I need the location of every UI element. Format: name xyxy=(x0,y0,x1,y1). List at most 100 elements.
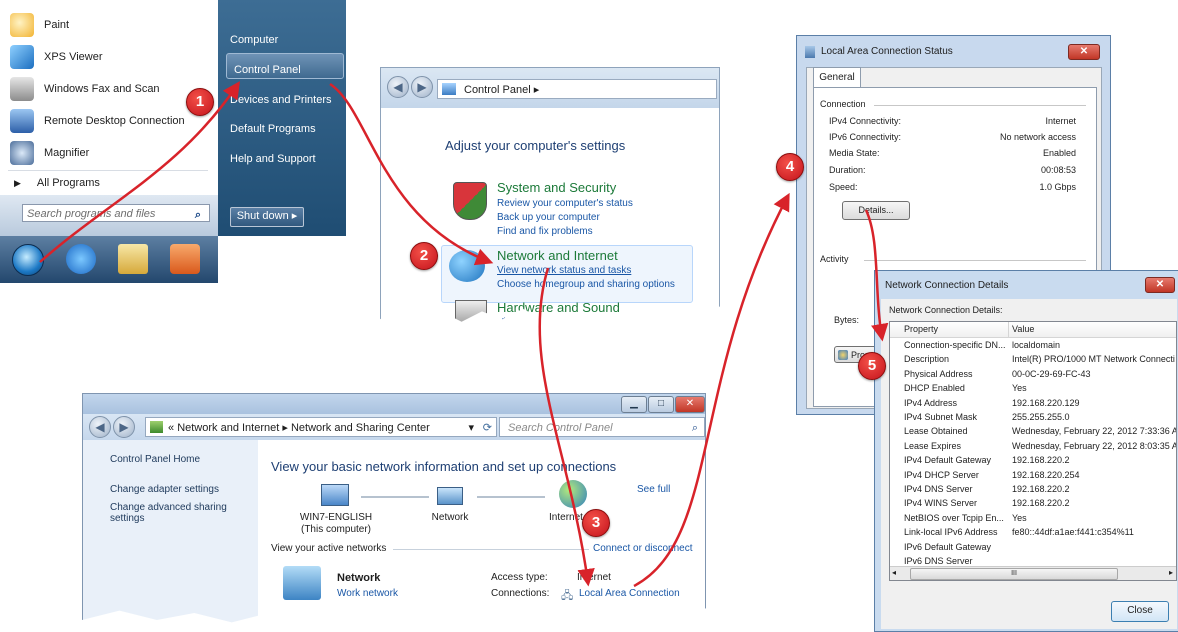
start-item-magnifier[interactable]: Magnifier xyxy=(10,138,215,168)
detail-property[interactable]: IPv6 DNS Server xyxy=(904,556,1008,566)
detail-property[interactable]: DHCP Enabled xyxy=(904,383,1008,393)
detail-property[interactable]: Lease Obtained xyxy=(904,426,1008,436)
printer-icon xyxy=(455,300,487,322)
detail-property[interactable]: IPv4 Subnet Mask xyxy=(904,412,1008,422)
horizontal-scrollbar[interactable]: ◂ III ▸ xyxy=(890,566,1176,580)
scroll-right-icon[interactable]: ▸ xyxy=(1169,568,1173,577)
link-back-up[interactable]: Back up your computer xyxy=(497,212,600,223)
maximize-button[interactable]: □ xyxy=(648,396,674,413)
start-right-help-support[interactable]: Help and Support xyxy=(230,153,316,165)
start-item-fax-scan[interactable]: Windows Fax and Scan xyxy=(10,74,215,104)
control-panel-address-bar[interactable]: Control Panel ▸ xyxy=(437,79,717,99)
details-list[interactable]: Property Value Connection-specific DN...… xyxy=(889,321,1177,581)
detail-property[interactable]: IPv4 Default Gateway xyxy=(904,455,1008,465)
back-arrow-icon[interactable]: ◀ xyxy=(387,76,409,98)
connect-disconnect-link[interactable]: Connect or disconnect xyxy=(593,543,693,554)
breadcrumb[interactable]: Control Panel xyxy=(464,84,531,96)
detail-value[interactable]: 00-0C-29-69-FC-43 xyxy=(1012,369,1176,379)
see-full-map-link[interactable]: See full xyxy=(637,484,670,495)
breadcrumb-sharing-center[interactable]: Network and Sharing Center xyxy=(291,422,430,434)
network-type-link[interactable]: Work network xyxy=(337,588,398,599)
start-right-control-panel[interactable]: Control Panel xyxy=(234,64,301,76)
start-item-paint[interactable]: Paint xyxy=(10,10,215,40)
close-window-button[interactable]: ✕ xyxy=(1145,277,1175,293)
detail-property[interactable]: IPv6 Default Gateway xyxy=(904,542,1008,552)
magnifier-icon xyxy=(10,141,34,165)
breadcrumb-network-internet[interactable]: Network and Internet xyxy=(177,422,279,434)
detail-property[interactable]: IPv4 DNS Server xyxy=(904,484,1008,494)
detail-value[interactable]: Intel(R) PRO/1000 MT Network Connecti xyxy=(1012,354,1176,364)
category-system-security[interactable]: System and Security xyxy=(497,180,616,195)
detail-value[interactable]: localdomain xyxy=(1012,340,1176,350)
detail-property[interactable]: IPv4 DHCP Server xyxy=(904,470,1008,480)
detail-property[interactable]: Physical Address xyxy=(904,369,1008,379)
category-hardware-sound[interactable]: Hardware and Sound xyxy=(497,300,620,315)
shield-icon xyxy=(838,350,848,360)
network-center-address-bar[interactable]: « Network and Internet ▸ Network and Sha… xyxy=(145,417,497,437)
local-area-connection-link[interactable]: Local Area Connection xyxy=(579,588,680,599)
internet-explorer-icon[interactable] xyxy=(66,244,96,274)
detail-value[interactable]: Wednesday, February 22, 2012 7:33:36 A xyxy=(1012,426,1176,436)
refresh-icon[interactable]: ⟳ xyxy=(483,418,492,438)
detail-value[interactable]: 192.168.220.2 xyxy=(1012,484,1176,494)
start-right-default-programs[interactable]: Default Programs xyxy=(230,123,316,135)
link-find-fix[interactable]: Find and fix problems xyxy=(497,226,593,237)
column-header-value[interactable]: Value xyxy=(1012,324,1034,334)
step-marker-5: 5 xyxy=(858,352,886,380)
detail-property[interactable]: Link-local IPv6 Address xyxy=(904,527,1008,537)
detail-value[interactable]: Yes xyxy=(1012,383,1176,393)
double-chevron-icon: « xyxy=(168,422,178,434)
start-item-remote-desktop[interactable]: Remote Desktop Connection xyxy=(10,106,215,136)
link-review-status[interactable]: Review your computer's status xyxy=(497,198,633,209)
search-control-panel-input[interactable]: Search Control Panel ⌕ xyxy=(499,417,705,437)
folder-icon[interactable] xyxy=(118,244,148,274)
forward-arrow-icon[interactable]: ▶ xyxy=(411,76,433,98)
shutdown-button[interactable]: Shut down ▸ xyxy=(230,207,304,227)
start-orb-icon[interactable] xyxy=(12,244,44,276)
close-window-button[interactable]: ✕ xyxy=(675,396,705,413)
detail-property[interactable]: IPv4 Address xyxy=(904,398,1008,408)
detail-value[interactable]: 192.168.220.2 xyxy=(1012,455,1176,465)
minimize-button[interactable]: ▁ xyxy=(621,396,647,413)
detail-property[interactable]: Connection-specific DN... xyxy=(904,340,1008,350)
tab-general[interactable]: General xyxy=(813,67,861,88)
search-icon[interactable]: ⌕ xyxy=(692,418,698,438)
detail-property[interactable]: NetBIOS over Tcpip En... xyxy=(904,513,1008,523)
detail-value[interactable]: 255.255.255.0 xyxy=(1012,412,1176,422)
divider xyxy=(874,105,1086,106)
detail-property[interactable]: IPv4 WINS Server xyxy=(904,498,1008,508)
sidebar-change-sharing[interactable]: Change advanced sharing settings xyxy=(110,502,240,524)
back-arrow-icon[interactable]: ◀ xyxy=(89,416,111,438)
start-right-devices-printers[interactable]: Devices and Printers xyxy=(230,94,332,106)
detail-value[interactable]: 192.168.220.129 xyxy=(1012,398,1176,408)
detail-value[interactable]: fe80::44df:a1ae:f441:c354%11 xyxy=(1012,527,1176,537)
close-button[interactable]: Close xyxy=(1111,601,1169,622)
network-sharing-center-window: ▁ □ ✕ ◀ ▶ « Network and Internet ▸ Netwo… xyxy=(82,393,706,623)
computer-name: WIN7-ENGLISH xyxy=(299,512,373,523)
scroll-left-icon[interactable]: ◂ xyxy=(892,568,896,577)
detail-property[interactable]: Lease Expires xyxy=(904,441,1008,451)
dropdown-arrow-icon[interactable]: ▾ xyxy=(468,418,474,438)
category-network-internet[interactable]: Network and Internet xyxy=(497,248,618,263)
sidebar-change-adapter[interactable]: Change adapter settings xyxy=(110,484,219,495)
details-button[interactable]: Details... xyxy=(842,201,910,220)
detail-value[interactable]: Wednesday, February 22, 2012 8:03:35 A xyxy=(1012,441,1176,451)
window-titlebar: ▁ □ ✕ xyxy=(83,394,705,414)
start-right-computer[interactable]: Computer xyxy=(230,34,278,46)
start-item-xps-viewer[interactable]: XPS Viewer xyxy=(10,42,215,72)
detail-value[interactable]: Yes xyxy=(1012,513,1176,523)
all-programs-button[interactable]: ▶ All Programs xyxy=(14,168,219,198)
link-view-network-status[interactable]: View network status and tasks xyxy=(497,265,631,276)
close-window-button[interactable]: ✕ xyxy=(1068,44,1100,60)
media-player-icon[interactable] xyxy=(170,244,200,274)
detail-property[interactable]: Description xyxy=(904,354,1008,364)
link-homegroup[interactable]: Choose homegroup and sharing options xyxy=(497,279,675,290)
column-header-property[interactable]: Property xyxy=(904,324,938,334)
start-search-input[interactable]: Search programs and files ⌕ xyxy=(22,204,210,222)
forward-arrow-icon[interactable]: ▶ xyxy=(113,416,135,438)
link-view-devices[interactable]: View d xyxy=(497,317,527,322)
scroll-thumb[interactable]: III xyxy=(910,568,1118,580)
sidebar-control-panel-home[interactable]: Control Panel Home xyxy=(110,454,200,465)
detail-value[interactable]: 192.168.220.2 xyxy=(1012,498,1176,508)
detail-value[interactable]: 192.168.220.254 xyxy=(1012,470,1176,480)
